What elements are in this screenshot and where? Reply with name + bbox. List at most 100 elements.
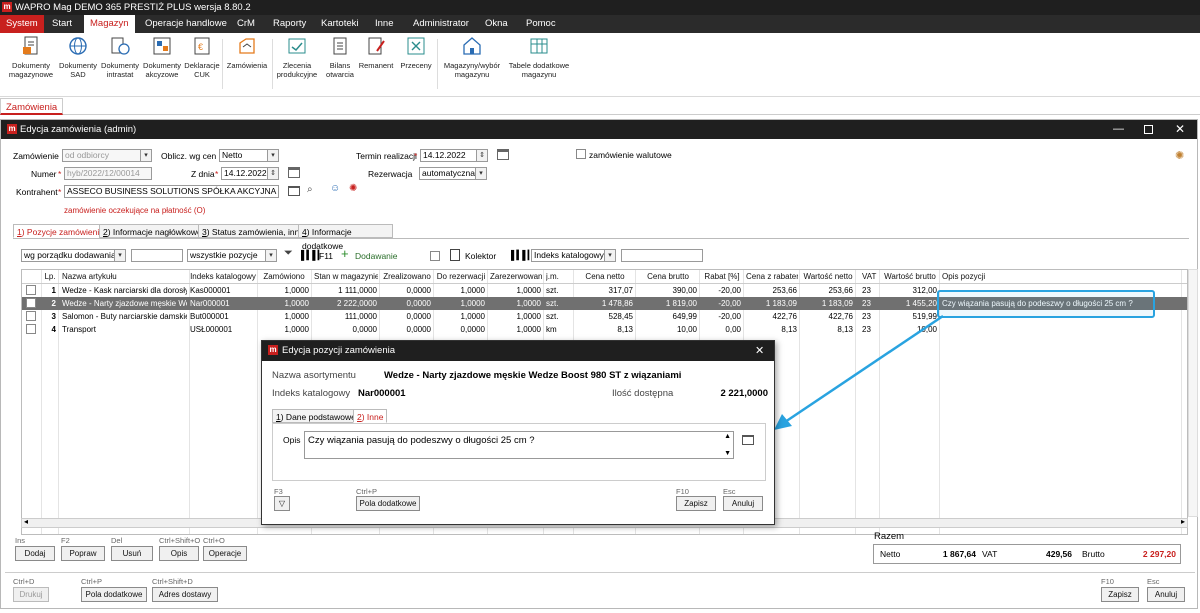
- oblicz-select[interactable]: Netto ▾: [219, 149, 279, 162]
- zamowienie-type-select[interactable]: od odbiorcy ▾: [62, 149, 152, 162]
- ribbon-zlecenia-produkcyjne[interactable]: Zlecenia produkcyjne: [274, 35, 320, 79]
- spinner-icon[interactable]: ⇕: [267, 168, 278, 179]
- opis-textarea[interactable]: Czy wiązania pasują do podeszwy o długoś…: [304, 431, 734, 459]
- zdnia-date-field[interactable]: 14.12.2022 ⇕: [221, 167, 279, 180]
- dialog-tab-inne[interactable]: 2) Inne: [353, 409, 388, 423]
- ribbon-dokumenty-sad[interactable]: Dokumenty SAD: [58, 35, 98, 79]
- kolektor-checkbox[interactable]: [430, 251, 440, 261]
- scroll-left-icon[interactable]: ◂: [24, 517, 28, 526]
- header-cena-brutto[interactable]: Cena brutto: [638, 270, 698, 283]
- termin-date-field[interactable]: 14.12.2022 ⇕: [420, 149, 488, 162]
- index-select[interactable]: Indeks katalogowy ▾: [531, 249, 616, 262]
- dialog-close-icon[interactable]: ✕: [755, 341, 764, 361]
- dodawanie-label[interactable]: Dodawanie: [355, 250, 398, 262]
- rezerwacja-select[interactable]: automatyczna ▾: [419, 167, 487, 180]
- add-button[interactable]: Dodaj: [15, 546, 55, 561]
- ribbon-zamowienia[interactable]: Zamówienia: [225, 35, 269, 70]
- row-checkbox[interactable]: [26, 298, 36, 308]
- numer-field[interactable]: hyb/2022/12/00014: [64, 167, 152, 180]
- vertical-scrollbar[interactable]: [1188, 269, 1198, 517]
- tab-status[interactable]: 3) Status zamówienia, inne: [198, 224, 309, 238]
- menu-pomoc[interactable]: Pomoc: [526, 15, 556, 33]
- ribbon-bilans-otwarcia[interactable]: Bilans otwarcia: [322, 35, 358, 79]
- scroll-down-icon[interactable]: ▼: [724, 450, 731, 457]
- cancel-button[interactable]: Anuluj: [1147, 587, 1185, 602]
- header-rabat[interactable]: Rabat [%]: [702, 270, 742, 283]
- menu-system[interactable]: System: [0, 15, 44, 33]
- minimize-icon[interactable]: —: [1113, 120, 1124, 139]
- row-checkbox[interactable]: [26, 324, 36, 334]
- print-button[interactable]: Drukuj: [13, 587, 49, 602]
- header-zrealizowano[interactable]: Zrealizowano: [382, 270, 432, 283]
- delivery-address-button[interactable]: Adres dostawy: [152, 587, 218, 602]
- header-zarezerwowane[interactable]: Zarezerwowane: [490, 270, 542, 283]
- ribbon-tabele-dodatkowe[interactable]: Tabele dodatkowe magazynu: [506, 35, 572, 79]
- menu-magazyn[interactable]: Magazyn: [84, 15, 135, 33]
- filter-select[interactable]: wszystkie pozycje ▾: [187, 249, 277, 262]
- contractor-search-icon[interactable]: ⌕: [307, 184, 313, 195]
- header-wartosc-netto[interactable]: Wartość netto: [802, 270, 854, 283]
- walutowe-checkbox[interactable]: [576, 149, 586, 159]
- dialog-save-button[interactable]: Zapisz: [676, 496, 716, 511]
- contractor-sun-icon[interactable]: ✺: [349, 183, 357, 194]
- menu-kartoteki[interactable]: Kartoteki: [321, 15, 359, 33]
- row-checkbox[interactable]: [26, 285, 36, 295]
- table-row[interactable]: 4 Transport USŁ000001 1,0000 0,0000 0,0000 0,0…: [22, 323, 1187, 336]
- menu-okna[interactable]: Okna: [485, 15, 508, 33]
- ribbon-dokumenty-akcyzowe[interactable]: Dokumenty akcyzowe: [141, 35, 183, 79]
- index-search-input[interactable]: [621, 249, 703, 262]
- save-button[interactable]: Zapisz: [1101, 587, 1139, 602]
- tab-informacje-naglowkowe[interactable]: 2) Informacje nagłówkowe: [99, 224, 206, 238]
- close-icon[interactable]: ✕: [1175, 120, 1185, 139]
- spinner-icon[interactable]: ⇕: [476, 150, 487, 161]
- menu-raporty[interactable]: Raporty: [273, 15, 306, 33]
- header-cena-netto[interactable]: Cena netto: [576, 270, 634, 283]
- header-do-rezerwacji[interactable]: Do rezerwacji: [436, 270, 486, 283]
- folder-icon[interactable]: [742, 435, 754, 445]
- menu-operacje-handlowe[interactable]: Operacje handlowe: [145, 15, 227, 33]
- dialog-tab-dane[interactable]: 1) Dane podstawowe: [272, 409, 360, 423]
- settings-icon[interactable]: ✺: [1175, 149, 1184, 162]
- header-vat[interactable]: VAT: [862, 270, 878, 283]
- dialog-cancel-button[interactable]: Anuluj: [723, 496, 763, 511]
- edit-button[interactable]: Popraw: [61, 546, 105, 561]
- header-cena-z-rabatem[interactable]: Cena z rabatem: [746, 270, 798, 283]
- sort-select[interactable]: wg porządku dodawania ▾: [21, 249, 126, 262]
- filter-icon[interactable]: ⏷: [284, 247, 293, 260]
- maximize-icon[interactable]: [1144, 125, 1153, 134]
- kolektor-icon[interactable]: [450, 249, 460, 261]
- kontrahent-field[interactable]: ASSECO BUSINESS SOLUTIONS SPÓŁKA AKCYJNA: [64, 185, 279, 198]
- menu-crm[interactable]: CrM: [237, 15, 255, 33]
- ribbon-remanent[interactable]: Remanent: [357, 35, 395, 70]
- header-wartosc-brutto[interactable]: Wartość brutto: [882, 270, 938, 283]
- ribbon-magazyny-wybor[interactable]: Magazyny/wybór magazynu: [440, 35, 504, 79]
- scroll-up-icon[interactable]: ▲: [724, 433, 731, 440]
- tab-zamowienia[interactable]: Zamówienia: [0, 98, 64, 115]
- menu-start[interactable]: Start: [52, 15, 72, 33]
- header-zamowiono[interactable]: Zamówiono: [258, 270, 310, 283]
- dialog-pola-dodatkowe-button[interactable]: Pola dodatkowe: [356, 496, 420, 511]
- header-lp[interactable]: Lp.: [43, 270, 57, 283]
- tab-informacje-dodatkowe[interactable]: 4) Informacje dodatkowe: [298, 224, 393, 251]
- menu-administrator[interactable]: Administrator: [413, 15, 469, 33]
- header-opis[interactable]: Opis pozycji: [942, 270, 1180, 283]
- ribbon-przeceny[interactable]: Przeceny: [397, 35, 435, 70]
- header-nazwa[interactable]: Nazwa artykułu: [62, 270, 188, 283]
- row-checkbox[interactable]: [26, 311, 36, 321]
- contractor-person-icon[interactable]: ☺: [330, 183, 340, 194]
- header-stan[interactable]: Stan w magazynie: [314, 270, 378, 283]
- calendar-icon[interactable]: [288, 167, 300, 178]
- header-indeks[interactable]: Indeks katalogowy: [190, 270, 256, 283]
- sort-search-input[interactable]: [131, 249, 183, 262]
- ribbon-dokumenty-intrastat[interactable]: Dokumenty intrastat: [99, 35, 141, 79]
- ribbon-deklaracje-cuk[interactable]: € Deklaracje CUK: [183, 35, 221, 79]
- operations-button[interactable]: Operacje: [203, 546, 247, 561]
- additional-fields-button[interactable]: Pola dodatkowe: [81, 587, 147, 602]
- header-jm[interactable]: j.m.: [546, 270, 572, 283]
- folder-icon[interactable]: [288, 186, 300, 196]
- expand-button[interactable]: ▽: [274, 496, 290, 511]
- ribbon-dokumenty-magazynowe[interactable]: Dokumenty magazynowe: [6, 35, 56, 79]
- scroll-right-icon[interactable]: ▸: [1181, 517, 1185, 526]
- calendar-icon[interactable]: [497, 149, 509, 160]
- tab-pozycje[interactable]: 1) Pozycje zamówienia: [13, 224, 108, 238]
